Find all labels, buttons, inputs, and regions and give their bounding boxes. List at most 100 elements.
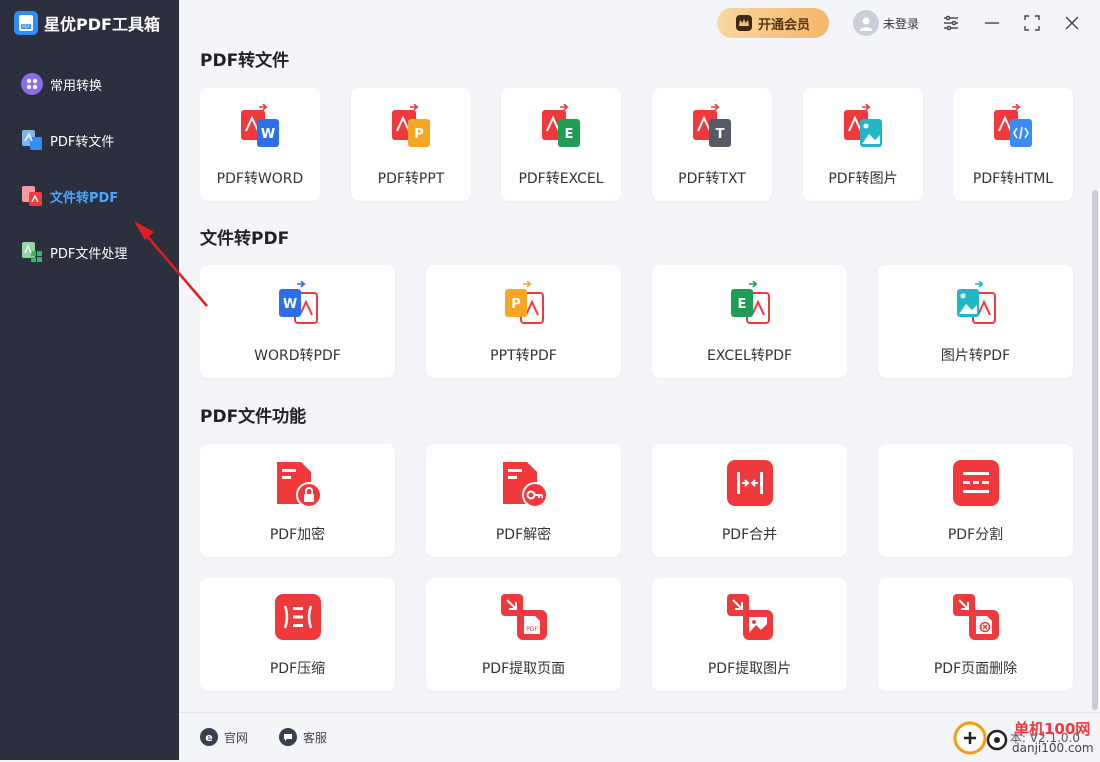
card-pdf-delete-pages[interactable]: PDF页面删除 bbox=[878, 578, 1073, 691]
card-label: PDF加密 bbox=[269, 527, 326, 543]
card-excel-to-pdf[interactable]: E EXCEL转PDF bbox=[652, 265, 847, 378]
minimize-icon[interactable] bbox=[982, 13, 1002, 33]
pdf-to-image-icon bbox=[844, 104, 882, 147]
vip-button[interactable]: 开通会员 bbox=[717, 8, 829, 38]
settings-sliders-icon[interactable] bbox=[941, 13, 961, 33]
card-label: PDF转HTML bbox=[972, 171, 1054, 187]
sidebar-item-label: PDF转文件 bbox=[50, 134, 115, 150]
card-word-to-pdf[interactable]: W WORD转PDF bbox=[200, 265, 395, 378]
card-label: PDF转TXT bbox=[678, 171, 746, 187]
pdf-extract-images-icon bbox=[726, 594, 773, 640]
service-label: 客服 bbox=[303, 730, 328, 745]
svg-text:T: T bbox=[716, 127, 725, 142]
card-label: EXCEL转PDF bbox=[706, 348, 793, 364]
sidebar-item-label: PDF文件处理 bbox=[50, 246, 128, 262]
maximize-icon[interactable] bbox=[1022, 13, 1042, 33]
section-title-pdf-functions: PDF文件功能 bbox=[200, 407, 307, 427]
card-pdf-extract-pages[interactable]: PDF PDF提取页面 bbox=[426, 578, 621, 691]
login-status[interactable]: 未登录 bbox=[853, 10, 919, 36]
svg-text:PDF: PDF bbox=[526, 626, 538, 633]
brand: PDF 星优PDF工具箱 bbox=[14, 10, 160, 36]
pdf-to-html-icon bbox=[994, 104, 1032, 147]
card-pdf-to-image[interactable]: PDF转图片 bbox=[803, 88, 923, 201]
svg-text:PDF: PDF bbox=[22, 24, 30, 29]
card-pdf-to-word[interactable]: W PDF转WORD bbox=[200, 88, 320, 201]
pdf-to-word-icon: W bbox=[241, 104, 279, 147]
scrollbar[interactable] bbox=[1092, 190, 1098, 710]
card-label: PDF转WORD bbox=[216, 171, 304, 187]
card-label: PDF转EXCEL bbox=[518, 171, 604, 187]
card-label: PDF解密 bbox=[495, 527, 552, 543]
sidebar-item-pdf-to-file[interactable]: PDF转文件 bbox=[0, 112, 179, 168]
pdf-split-icon bbox=[952, 460, 999, 506]
watermark-title: 单机100网 bbox=[1014, 720, 1090, 738]
app-logo-icon: PDF bbox=[14, 11, 38, 35]
pdf-extract-pages-icon: PDF bbox=[500, 594, 547, 640]
pdf-encrypt-icon bbox=[276, 462, 322, 508]
card-image-to-pdf[interactable]: 图片转PDF bbox=[878, 265, 1073, 378]
pdf-process-icon bbox=[20, 240, 44, 264]
pdf-to-ppt-icon: P bbox=[392, 104, 430, 147]
card-pdf-merge[interactable]: PDF合并 bbox=[652, 444, 847, 557]
word-to-pdf-icon: W bbox=[278, 281, 318, 324]
svg-text:e: e bbox=[205, 731, 212, 743]
crown-icon bbox=[735, 15, 752, 31]
card-label: PDF压缩 bbox=[269, 661, 326, 677]
card-label: PDF合并 bbox=[721, 527, 778, 543]
pdf-to-excel-icon: E bbox=[542, 104, 580, 147]
watermark-logo: 单机100网 danji100.com bbox=[952, 716, 1098, 758]
sidebar-nav: 常用转换 PDF转文件 文件转PDF PDF文件处理 bbox=[0, 56, 179, 280]
section-title-file-to-pdf: 文件转PDF bbox=[200, 229, 290, 249]
image-to-pdf-icon bbox=[956, 281, 996, 324]
svg-text:E: E bbox=[737, 297, 746, 312]
svg-text:W: W bbox=[282, 297, 296, 312]
card-ppt-to-pdf[interactable]: P PPT转PDF bbox=[426, 265, 621, 378]
watermark-url: danji100.com bbox=[1012, 741, 1094, 755]
card-label: WORD转PDF bbox=[254, 348, 341, 364]
card-pdf-compress[interactable]: PDF压缩 bbox=[200, 578, 395, 691]
card-pdf-to-txt[interactable]: T PDF转TXT bbox=[652, 88, 772, 201]
svg-text:W: W bbox=[261, 127, 275, 142]
excel-to-pdf-icon: E bbox=[730, 281, 770, 324]
sidebar-item-pdf-process[interactable]: PDF文件处理 bbox=[0, 224, 179, 280]
ppt-to-pdf-icon: P bbox=[504, 281, 544, 324]
svg-text:P: P bbox=[414, 127, 424, 142]
sidebar: PDF 星优PDF工具箱 常用转换 PDF转文件 文件转PDF PDF文件处理 bbox=[0, 0, 179, 760]
svg-text:E: E bbox=[565, 127, 574, 142]
card-pdf-to-html[interactable]: PDF转HTML bbox=[953, 88, 1073, 201]
avatar-icon bbox=[853, 10, 879, 36]
pdf-to-txt-icon: T bbox=[693, 104, 731, 147]
card-pdf-encrypt[interactable]: PDF加密 bbox=[200, 444, 395, 557]
card-pdf-to-excel[interactable]: E PDF转EXCEL bbox=[501, 88, 621, 201]
pdf-delete-pages-icon bbox=[952, 594, 999, 640]
card-label: PPT转PDF bbox=[490, 348, 557, 364]
user-label: 未登录 bbox=[883, 16, 920, 31]
sidebar-item-label: 常用转换 bbox=[50, 78, 103, 94]
card-label: PDF页面删除 bbox=[933, 661, 1018, 677]
close-icon[interactable] bbox=[1062, 13, 1082, 33]
website-label: 官网 bbox=[224, 730, 249, 745]
sidebar-item-file-to-pdf[interactable]: 文件转PDF bbox=[0, 168, 179, 224]
pdf-to-file-icon bbox=[20, 128, 44, 152]
ie-icon: e bbox=[200, 728, 218, 746]
card-pdf-split[interactable]: PDF分割 bbox=[878, 444, 1073, 557]
pdf-merge-icon bbox=[726, 460, 773, 506]
title-bar: 开通会员 未登录 bbox=[179, 0, 1100, 46]
main-content: PDF转文件 W PDF转WORD P PDF转PPT E PDF转EXCEL … bbox=[179, 46, 1100, 712]
svg-text:P: P bbox=[511, 297, 521, 312]
pdf-decrypt-icon bbox=[502, 462, 548, 508]
pdf-compress-icon bbox=[274, 594, 321, 640]
card-pdf-decrypt[interactable]: PDF解密 bbox=[426, 444, 621, 557]
sidebar-item-label: 文件转PDF bbox=[50, 190, 119, 206]
card-label: PDF转图片 bbox=[828, 171, 898, 187]
card-pdf-to-ppt[interactable]: P PDF转PPT bbox=[351, 88, 471, 201]
card-pdf-extract-images[interactable]: PDF提取图片 bbox=[652, 578, 847, 691]
sidebar-item-common-convert[interactable]: 常用转换 bbox=[0, 56, 179, 112]
customer-service-link[interactable]: 客服 bbox=[279, 727, 327, 747]
card-label: PDF提取页面 bbox=[481, 661, 566, 677]
section-title-pdf-to-file: PDF转文件 bbox=[200, 51, 290, 71]
apps-icon bbox=[20, 72, 44, 96]
card-label: 图片转PDF bbox=[940, 348, 1011, 364]
app-title: 星优PDF工具箱 bbox=[44, 15, 160, 34]
website-link[interactable]: e 官网 bbox=[200, 727, 248, 747]
